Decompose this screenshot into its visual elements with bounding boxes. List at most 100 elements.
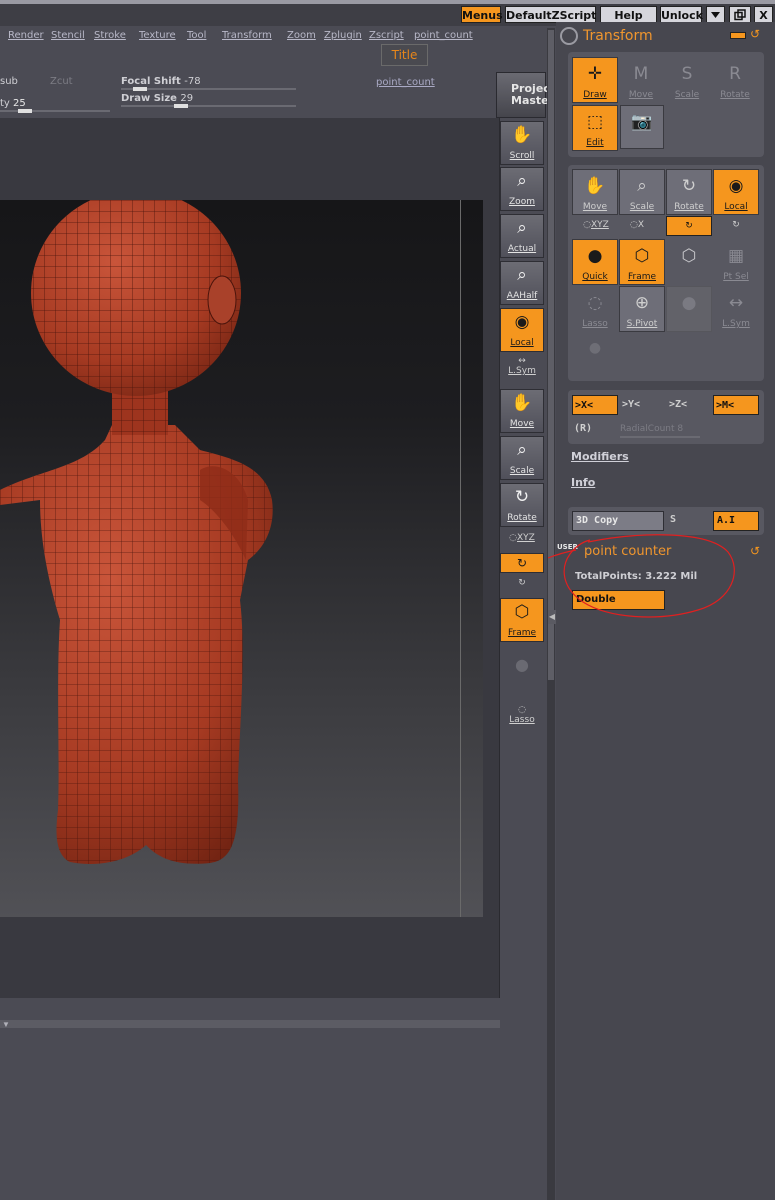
disabled-icon: ● xyxy=(681,293,697,313)
restore-icon[interactable] xyxy=(729,6,751,23)
lasso-tray-button[interactable]: ◌ Lasso xyxy=(572,286,618,332)
move-button[interactable]: ✋ Move xyxy=(500,389,544,433)
pivot-icon: ⊕ xyxy=(634,293,650,313)
sym-m-button[interactable]: >M< xyxy=(713,395,759,415)
scroll-button[interactable]: ✋ Scroll xyxy=(500,121,544,165)
local-button[interactable]: ◉ Local xyxy=(500,308,544,352)
menu-render[interactable]: Render xyxy=(8,30,44,41)
menu-stroke[interactable]: Stroke xyxy=(94,30,126,41)
transform-rotate-button[interactable]: ↻ Rotate xyxy=(666,169,712,215)
3d-copy-button[interactable]: 3D Copy xyxy=(572,511,664,531)
disabled-shelf-icon: ● xyxy=(515,655,529,674)
unlock-button[interactable]: Unlock xyxy=(660,6,703,23)
lsym-button[interactable]: ↔ L.Sym xyxy=(500,356,544,376)
sym-z-button[interactable]: >Z< xyxy=(667,395,711,415)
frame-tray-button[interactable]: ⬡ Frame xyxy=(619,239,665,285)
menu-stencil[interactable]: Stencil xyxy=(51,30,85,41)
radial-count-slider[interactable]: RadialCount 8 xyxy=(620,424,683,434)
minimize-icon[interactable] xyxy=(706,6,725,23)
draw-size-slider-knob[interactable] xyxy=(174,104,188,108)
menu-transform[interactable]: Transform xyxy=(222,30,272,41)
modifiers-subpalette[interactable]: Modifiers xyxy=(571,450,629,463)
spivot-button[interactable]: ⊕ S.Pivot xyxy=(619,286,665,332)
hand-icon: ✋ xyxy=(511,125,533,145)
cube-view-button[interactable]: ⬡ xyxy=(666,239,712,285)
draw-mode-button[interactable]: ✛ Draw xyxy=(572,57,618,103)
y-axis-toggle[interactable]: ↻ xyxy=(666,216,712,236)
copy-ai-button[interactable]: A.I xyxy=(713,511,759,531)
sym-y-button[interactable]: >Y< xyxy=(620,395,664,415)
aahalf-button[interactable]: ⌕ AAHalf xyxy=(500,261,544,305)
hand-icon: ✋ xyxy=(584,176,606,196)
canvas-guide-line xyxy=(460,200,461,917)
edit-button[interactable]: ⬚ Edit xyxy=(572,105,618,151)
transform-local-button[interactable]: ◉ Local xyxy=(713,169,759,215)
frame-button[interactable]: ⬡ Frame xyxy=(500,598,544,642)
z-axis-button[interactable]: ↻ xyxy=(500,578,544,588)
pin-icon[interactable] xyxy=(730,32,746,39)
draw-size-slider-track[interactable] xyxy=(121,105,296,107)
xyz-axis-icon: ◌ xyxy=(583,220,591,230)
sub-toggle[interactable]: sub xyxy=(0,76,18,87)
menu-zplugin[interactable]: Zplugin xyxy=(324,30,362,41)
transform-move-button[interactable]: ✋ Move xyxy=(572,169,618,215)
magnifier-icon: ⌕ xyxy=(517,218,527,238)
actual-button[interactable]: ⌕ Actual xyxy=(500,214,544,258)
menu-zoom[interactable]: Zoom xyxy=(287,30,316,41)
y-axis-button[interactable]: ↻ xyxy=(500,553,544,573)
scale-button[interactable]: ⌕ Scale xyxy=(500,436,544,480)
sculpt-model[interactable] xyxy=(0,190,483,917)
zcut-toggle[interactable]: Zcut xyxy=(50,76,73,87)
menu-tool[interactable]: Tool xyxy=(187,30,206,41)
pt-sel-button[interactable]: ▦ Pt Sel xyxy=(713,239,759,285)
copy-s-toggle[interactable]: S xyxy=(667,511,687,531)
lasso-icon: ◌ xyxy=(518,705,526,715)
xyz-button[interactable]: ◌XYZ xyxy=(500,533,544,543)
annotation-circle xyxy=(548,534,735,618)
document-viewport[interactable] xyxy=(0,190,483,917)
scroll-arrow-icon[interactable]: ▼ xyxy=(2,1020,10,1029)
zbrush-window: Menus DefaultZScript Help Unlock X Rende… xyxy=(0,0,775,1200)
reset-icon[interactable]: ↺ xyxy=(750,27,760,41)
default-zscript-button[interactable]: DefaultZScript xyxy=(505,6,596,23)
move-mode-button[interactable]: M Move xyxy=(618,57,664,103)
x-axis-button[interactable]: ◌X xyxy=(622,220,652,230)
horizontal-scrollbar[interactable] xyxy=(0,1020,500,1028)
point-count-link[interactable]: point_count xyxy=(376,77,435,88)
scale-mode-button[interactable]: S Scale xyxy=(664,57,710,103)
menu-point-count[interactable]: point_count xyxy=(414,30,473,41)
rotate-mode-button[interactable]: R Rotate xyxy=(712,57,758,103)
disabled-button: ● xyxy=(666,286,712,332)
gear-icon[interactable] xyxy=(560,27,578,45)
intensity-slider-track[interactable] xyxy=(0,110,110,112)
focal-shift-slider-track[interactable] xyxy=(121,88,296,90)
scale-mode-icon: S xyxy=(681,64,693,84)
info-subpalette[interactable]: Info xyxy=(571,476,595,489)
menu-zscript[interactable]: Zscript xyxy=(369,30,404,41)
lasso-button[interactable]: ◌ Lasso xyxy=(500,705,544,725)
menu-texture[interactable]: Texture xyxy=(139,30,176,41)
lsym-tray-button[interactable]: ↔ L.Sym xyxy=(713,286,759,332)
lsym-icon: ↔ xyxy=(728,293,744,313)
z-axis-toggle[interactable]: ↻ xyxy=(726,220,746,230)
sym-x-button[interactable]: >X< xyxy=(572,395,618,415)
radial-toggle[interactable]: (R) xyxy=(572,419,602,439)
transform-scale-button[interactable]: ⌕ Scale xyxy=(619,169,665,215)
snapshot-button[interactable]: 📷 xyxy=(620,105,664,149)
zoom-button[interactable]: ⌕ Zoom xyxy=(500,167,544,211)
scale-icon: ⌕ xyxy=(637,176,647,196)
project-master-button[interactable]: Projec Maste xyxy=(496,72,550,118)
title-button[interactable]: Title xyxy=(381,44,428,66)
rotate-button[interactable]: ↻ Rotate xyxy=(500,483,544,527)
radial-count-track[interactable] xyxy=(620,436,700,438)
help-button[interactable]: Help xyxy=(600,6,657,23)
menus-button[interactable]: Menus xyxy=(461,6,503,23)
tray-collapse-icon[interactable]: ◀ xyxy=(548,610,556,624)
intensity-slider-knob[interactable] xyxy=(18,109,32,113)
xyz-axis-button[interactable]: ◌XYZ xyxy=(576,220,616,230)
plugin-reset-icon[interactable]: ↺ xyxy=(750,544,760,558)
close-icon[interactable]: X xyxy=(754,6,773,23)
quick-button[interactable]: ● Quick xyxy=(572,239,618,285)
project-master-line2: Maste xyxy=(511,94,549,107)
focal-shift-slider-knob[interactable] xyxy=(133,87,147,91)
